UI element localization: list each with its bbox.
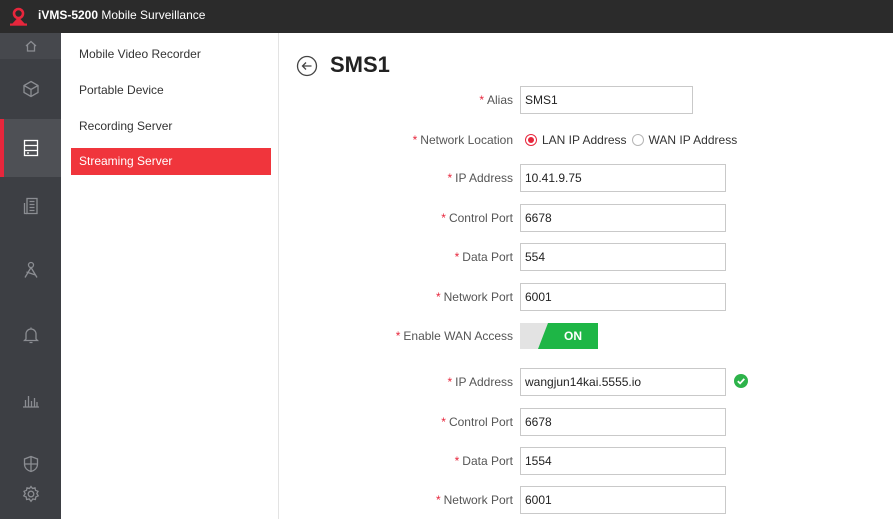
nav-maps[interactable] (0, 235, 61, 305)
lan-control-port-field[interactable]: 6678 (520, 204, 726, 232)
nav-statistics[interactable] (0, 365, 61, 435)
network-location-radio-group: LAN IP Address WAN IP Address (525, 133, 742, 147)
ivms-logo-icon (10, 7, 27, 26)
bar-chart-icon (22, 396, 39, 408)
lan-ip-radio-label[interactable]: LAN IP Address (542, 133, 627, 147)
wan-data-port-field[interactable]: 1554 (520, 447, 726, 475)
check-circle-icon (734, 374, 748, 388)
nav-devices[interactable] (0, 59, 61, 119)
lan-data-port-field[interactable]: 554 (520, 243, 726, 271)
server-type-menu: Mobile Video Recorder Portable Device Re… (61, 33, 279, 519)
app-header: iVMS-5200 Mobile Surveillance (0, 0, 893, 33)
wan-ip-address-label: * IP Address (447, 375, 514, 389)
enable-wan-access-toggle[interactable]: ON (520, 323, 598, 349)
lan-ip-address-field[interactable]: 10.41.9.75 (520, 164, 726, 192)
home-icon (25, 40, 36, 52)
lan-ip-address-label: * IP Address (447, 171, 514, 185)
bell-icon (22, 327, 39, 344)
page-title: SMS1 (330, 52, 390, 77)
nav-servers[interactable] (0, 119, 61, 177)
shield-icon (23, 455, 38, 473)
alias-label: * Alias (479, 93, 513, 107)
enable-wan-access-label: * Enable WAN Access (395, 329, 513, 343)
lan-network-port-field[interactable]: 6001 (520, 283, 726, 311)
back-arrow-circle-icon[interactable] (296, 55, 318, 77)
building-icon (23, 197, 38, 215)
wan-ip-radio[interactable] (631, 134, 644, 146)
wan-control-port-field[interactable]: 6678 (520, 408, 726, 436)
wan-ip-radio-label[interactable]: WAN IP Address (649, 133, 738, 147)
nav-alarms[interactable] (0, 305, 61, 365)
network-location-label: * Network Location (412, 133, 513, 147)
wan-network-port-field[interactable]: 6001 (520, 486, 726, 514)
wan-network-port-label: * Network Port (435, 493, 513, 507)
lan-network-port-label: * Network Port (435, 290, 513, 304)
wan-control-port-label: * Control Port (441, 415, 513, 429)
wan-ip-address-field[interactable]: wangjun14kai.5555.io (520, 368, 726, 396)
app-title: iVMS-5200 Mobile Surveillance (38, 8, 206, 22)
menu-item-streaming-server[interactable]: Streaming Server (71, 148, 271, 175)
menu-item-portable-device[interactable]: Portable Device (71, 77, 271, 104)
nav-organization[interactable] (0, 177, 61, 235)
map-pin-icon (23, 261, 38, 278)
menu-item-recording-server[interactable]: Recording Server (71, 113, 271, 140)
lan-control-port-label: * Control Port (441, 211, 513, 225)
nav-settings[interactable] (0, 485, 61, 519)
server-icon (23, 139, 38, 157)
wan-data-port-label: * Data Port (454, 454, 513, 468)
cube-icon (22, 80, 39, 98)
nav-home[interactable] (0, 33, 61, 59)
menu-item-mobile-video-recorder[interactable]: Mobile Video Recorder (71, 41, 271, 68)
lan-ip-radio[interactable] (525, 134, 537, 146)
toggle-on-label: ON (538, 323, 598, 349)
gear-icon (22, 485, 39, 503)
alias-field[interactable]: SMS1 (520, 86, 693, 114)
lan-data-port-label: * Data Port (454, 250, 513, 264)
main-nav-rail (0, 33, 61, 519)
